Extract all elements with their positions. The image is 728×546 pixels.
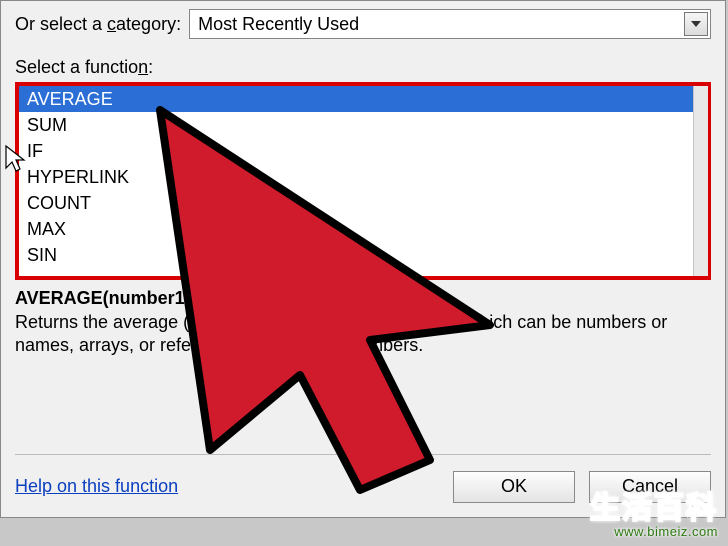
function-signature: AVERAGE(number1,number2,...) bbox=[15, 288, 711, 309]
category-select-value: Most Recently Used bbox=[198, 14, 359, 35]
ok-button[interactable]: OK bbox=[453, 471, 575, 503]
function-list-inner: AVERAGESUMIFHYPERLINKCOUNTMAXSIN bbox=[19, 86, 693, 276]
list-item[interactable]: SIN bbox=[19, 242, 693, 268]
watermark-url: www.bimeiz.com bbox=[590, 525, 718, 538]
insert-function-dialog: Or select a category: Most Recently Used… bbox=[0, 0, 726, 518]
scrollbar[interactable] bbox=[693, 86, 708, 276]
list-item[interactable]: IF bbox=[19, 138, 693, 164]
category-row: Or select a category: Most Recently Used bbox=[15, 9, 711, 39]
watermark: 生活百科 www.bimeiz.com bbox=[590, 494, 718, 538]
dropdown-button[interactable] bbox=[684, 12, 708, 36]
dialog-body: Or select a category: Most Recently Used… bbox=[15, 1, 711, 437]
function-description: Returns the average (arithmetic mean) of… bbox=[15, 311, 711, 358]
select-function-label: Select a function: bbox=[15, 57, 711, 78]
list-item[interactable]: COUNT bbox=[19, 190, 693, 216]
list-item[interactable]: HYPERLINK bbox=[19, 164, 693, 190]
help-link[interactable]: Help on this function bbox=[15, 476, 178, 497]
list-item[interactable]: MAX bbox=[19, 216, 693, 242]
watermark-text: 生活百科 bbox=[590, 494, 718, 524]
chevron-down-icon bbox=[691, 21, 701, 27]
function-listbox[interactable]: AVERAGESUMIFHYPERLINKCOUNTMAXSIN bbox=[15, 82, 711, 280]
category-label: Or select a category: bbox=[15, 14, 181, 35]
list-item[interactable]: SUM bbox=[19, 112, 693, 138]
list-item[interactable]: AVERAGE bbox=[19, 86, 693, 112]
category-select[interactable]: Most Recently Used bbox=[189, 9, 711, 39]
